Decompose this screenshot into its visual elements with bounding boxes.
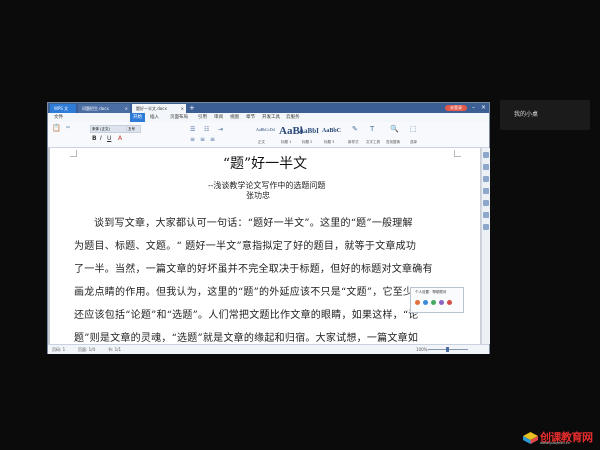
indent-icon[interactable]: ⇥ bbox=[218, 126, 223, 133]
close-window-icon[interactable]: × bbox=[481, 103, 486, 113]
style-label: 正文 bbox=[258, 140, 265, 144]
zoom-level: 100% bbox=[416, 347, 428, 352]
settings-icon[interactable] bbox=[439, 300, 444, 305]
align-right-icon[interactable]: ≡ bbox=[210, 136, 215, 143]
new-tab-button[interactable]: + bbox=[189, 103, 195, 113]
select-label[interactable]: 选择 bbox=[410, 140, 417, 145]
backup-icon[interactable] bbox=[483, 200, 489, 206]
paste-icon[interactable]: 📋 bbox=[52, 124, 61, 132]
menu-view[interactable]: 视图 bbox=[230, 113, 239, 122]
style-label: 标题 2 bbox=[302, 140, 313, 144]
watermark-logo: 创课教育网 www.guoyedu.cn bbox=[523, 428, 595, 446]
underline-icon[interactable]: U bbox=[107, 135, 111, 142]
status-section: 节: 1/1 bbox=[108, 347, 122, 352]
select-icon[interactable]: ⬚ bbox=[410, 125, 417, 133]
style-heading-1[interactable]: AaBl bbox=[279, 125, 303, 139]
status-bar: 页码: 1 页面: 1/4 节: 1/1 100% bbox=[48, 344, 489, 354]
paragraph-line: 还应该包括“论题”和“选题”。人们常把文题比作文章的眼睛，如果这样，“论 bbox=[74, 310, 419, 321]
menu-insert[interactable]: 插入 bbox=[150, 113, 159, 122]
presenter-text: 我的小桌 bbox=[514, 111, 539, 118]
paragraph-line: 谈到写文章，大家都认可一句话：“题好一半文”。这里的“题”一般理解 bbox=[94, 218, 413, 229]
bold-icon[interactable]: B bbox=[92, 135, 97, 142]
style-heading-3[interactable]: AaBbC bbox=[322, 125, 342, 139]
menu-chapter[interactable]: 章节 bbox=[246, 113, 255, 122]
new-style-label[interactable]: 新样式 bbox=[348, 140, 359, 145]
menu-home[interactable]: 开始 bbox=[130, 113, 145, 122]
help-icon[interactable] bbox=[483, 224, 489, 230]
alert-icon[interactable] bbox=[447, 300, 452, 305]
paragraph-line: 题”则是文章的灵魂，“选题”就是文章的缘起和归宿。大家试想，一篇文章如 bbox=[74, 333, 419, 344]
list-numbers-icon[interactable]: ☷ bbox=[204, 126, 209, 133]
minimize-icon[interactable]: – bbox=[472, 103, 475, 113]
cloud-icon[interactable] bbox=[423, 300, 428, 305]
zoom-slider-handle[interactable] bbox=[446, 347, 449, 352]
status-pages: 页面: 1/4 bbox=[78, 347, 96, 352]
select-pane-icon[interactable] bbox=[483, 176, 489, 182]
italic-icon[interactable]: I bbox=[100, 135, 102, 142]
document-page[interactable]: “题”好一半文 --浅谈教学论文写作中的选题问题 张功忠 谈到写文章，大家都认可… bbox=[50, 148, 480, 344]
property-icon[interactable] bbox=[483, 188, 489, 194]
tab-document-1[interactable]: 问题招生.docx × bbox=[78, 104, 130, 113]
menu-page-layout[interactable]: 页面布局 bbox=[170, 113, 188, 122]
style-sample: AaBbCcDd bbox=[256, 127, 275, 132]
tab-label: 问题招生.docx bbox=[82, 106, 109, 111]
style-pane-icon[interactable] bbox=[483, 164, 489, 170]
book-logo-icon bbox=[523, 432, 538, 444]
style-heading-2[interactable]: AaBbI bbox=[299, 125, 321, 139]
navigation-icon[interactable] bbox=[483, 152, 489, 158]
tab-document-2[interactable]: 题好一半文.docx × bbox=[132, 104, 186, 113]
font-size-select[interactable]: 五号 bbox=[126, 125, 141, 133]
cut-icon[interactable]: ✂ bbox=[66, 125, 70, 131]
title-bar: WPS 文字 问题招生.docx × 题好一半文.docx × + 未登录 – … bbox=[48, 103, 489, 120]
close-icon[interactable]: × bbox=[125, 104, 128, 113]
menu-review[interactable]: 审阅 bbox=[214, 113, 223, 122]
status-page: 页码: 1 bbox=[52, 347, 66, 352]
style-label: 标题 3 bbox=[324, 140, 335, 144]
align-left-icon[interactable]: ≡ bbox=[190, 136, 195, 143]
menu-references[interactable]: 引用 bbox=[198, 113, 207, 122]
style-sample: AaBbI bbox=[299, 127, 319, 135]
menu-cloud[interactable]: 云服务 bbox=[286, 113, 300, 122]
wps-window: WPS 文字 问题招生.docx × 题好一半文.docx × + 未登录 – … bbox=[47, 102, 490, 354]
search-icon[interactable]: 🔍 bbox=[390, 125, 399, 133]
paragraph-line: 为题目、标题、文题。“ 题好一半文”意指拟定了好的题目，就等于文章成功 bbox=[74, 241, 417, 252]
login-button[interactable]: 未登录 bbox=[445, 105, 467, 111]
side-toolbar bbox=[481, 148, 490, 344]
ribbon-toolbar: 📋 ✂ 宋体 (正文) 五号 B I U A ☰ ☷ ⇥ ≡ ≡ ≡ AaBbC… bbox=[48, 122, 489, 148]
chat-icon[interactable] bbox=[431, 300, 436, 305]
document-title: “题”好一半文 bbox=[222, 156, 308, 172]
paragraph-line: 画龙点睛的作用。但我认为，这里的“题”的外延应该不只是“文题”，它至少 bbox=[74, 287, 414, 298]
tab-wps-home[interactable]: WPS 文字 bbox=[50, 104, 76, 120]
align-center-icon[interactable]: ≡ bbox=[200, 136, 205, 143]
float-panel[interactable]: 个人设置 · 帮助顾问 bbox=[410, 287, 464, 313]
menu-file[interactable]: 文件 bbox=[54, 113, 63, 122]
float-panel-label: 个人设置 · 帮助顾问 bbox=[415, 290, 447, 294]
new-style-icon[interactable]: ✎ bbox=[352, 125, 358, 133]
find-replace-label[interactable]: 查找替换 bbox=[386, 140, 400, 145]
text-tools-label[interactable]: 文字工具 bbox=[366, 140, 380, 145]
share-icon[interactable] bbox=[483, 212, 489, 218]
tab-label: 题好一半文.docx bbox=[136, 106, 167, 111]
document-author: 张功忠 bbox=[246, 191, 270, 200]
style-sample: AaBbC bbox=[322, 128, 342, 134]
app-icon[interactable] bbox=[415, 300, 420, 305]
document-area: “题”好一半文 --浅谈教学论文写作中的选题问题 张功忠 谈到写文章，大家都认可… bbox=[48, 148, 481, 344]
menu-developer[interactable]: 开发工具 bbox=[262, 113, 280, 122]
watermark-url: www.guoyedu.cn bbox=[540, 441, 570, 445]
list-bullets-icon[interactable]: ☰ bbox=[190, 126, 195, 133]
close-icon[interactable]: × bbox=[181, 104, 184, 113]
style-label: 标题 1 bbox=[281, 140, 292, 144]
style-normal[interactable]: AaBbCcDd bbox=[256, 125, 278, 139]
font-color-icon[interactable]: A bbox=[118, 135, 122, 142]
presenter-label: 我的小桌 bbox=[500, 100, 590, 130]
text-tools-icon[interactable]: T bbox=[370, 125, 374, 133]
font-name-select[interactable]: 宋体 (正文) bbox=[90, 125, 127, 133]
paragraph-line: 了一半。当然，一篇文章的好坏虽并不完全取决于标题，但好的标题对文章确有 bbox=[74, 264, 433, 275]
